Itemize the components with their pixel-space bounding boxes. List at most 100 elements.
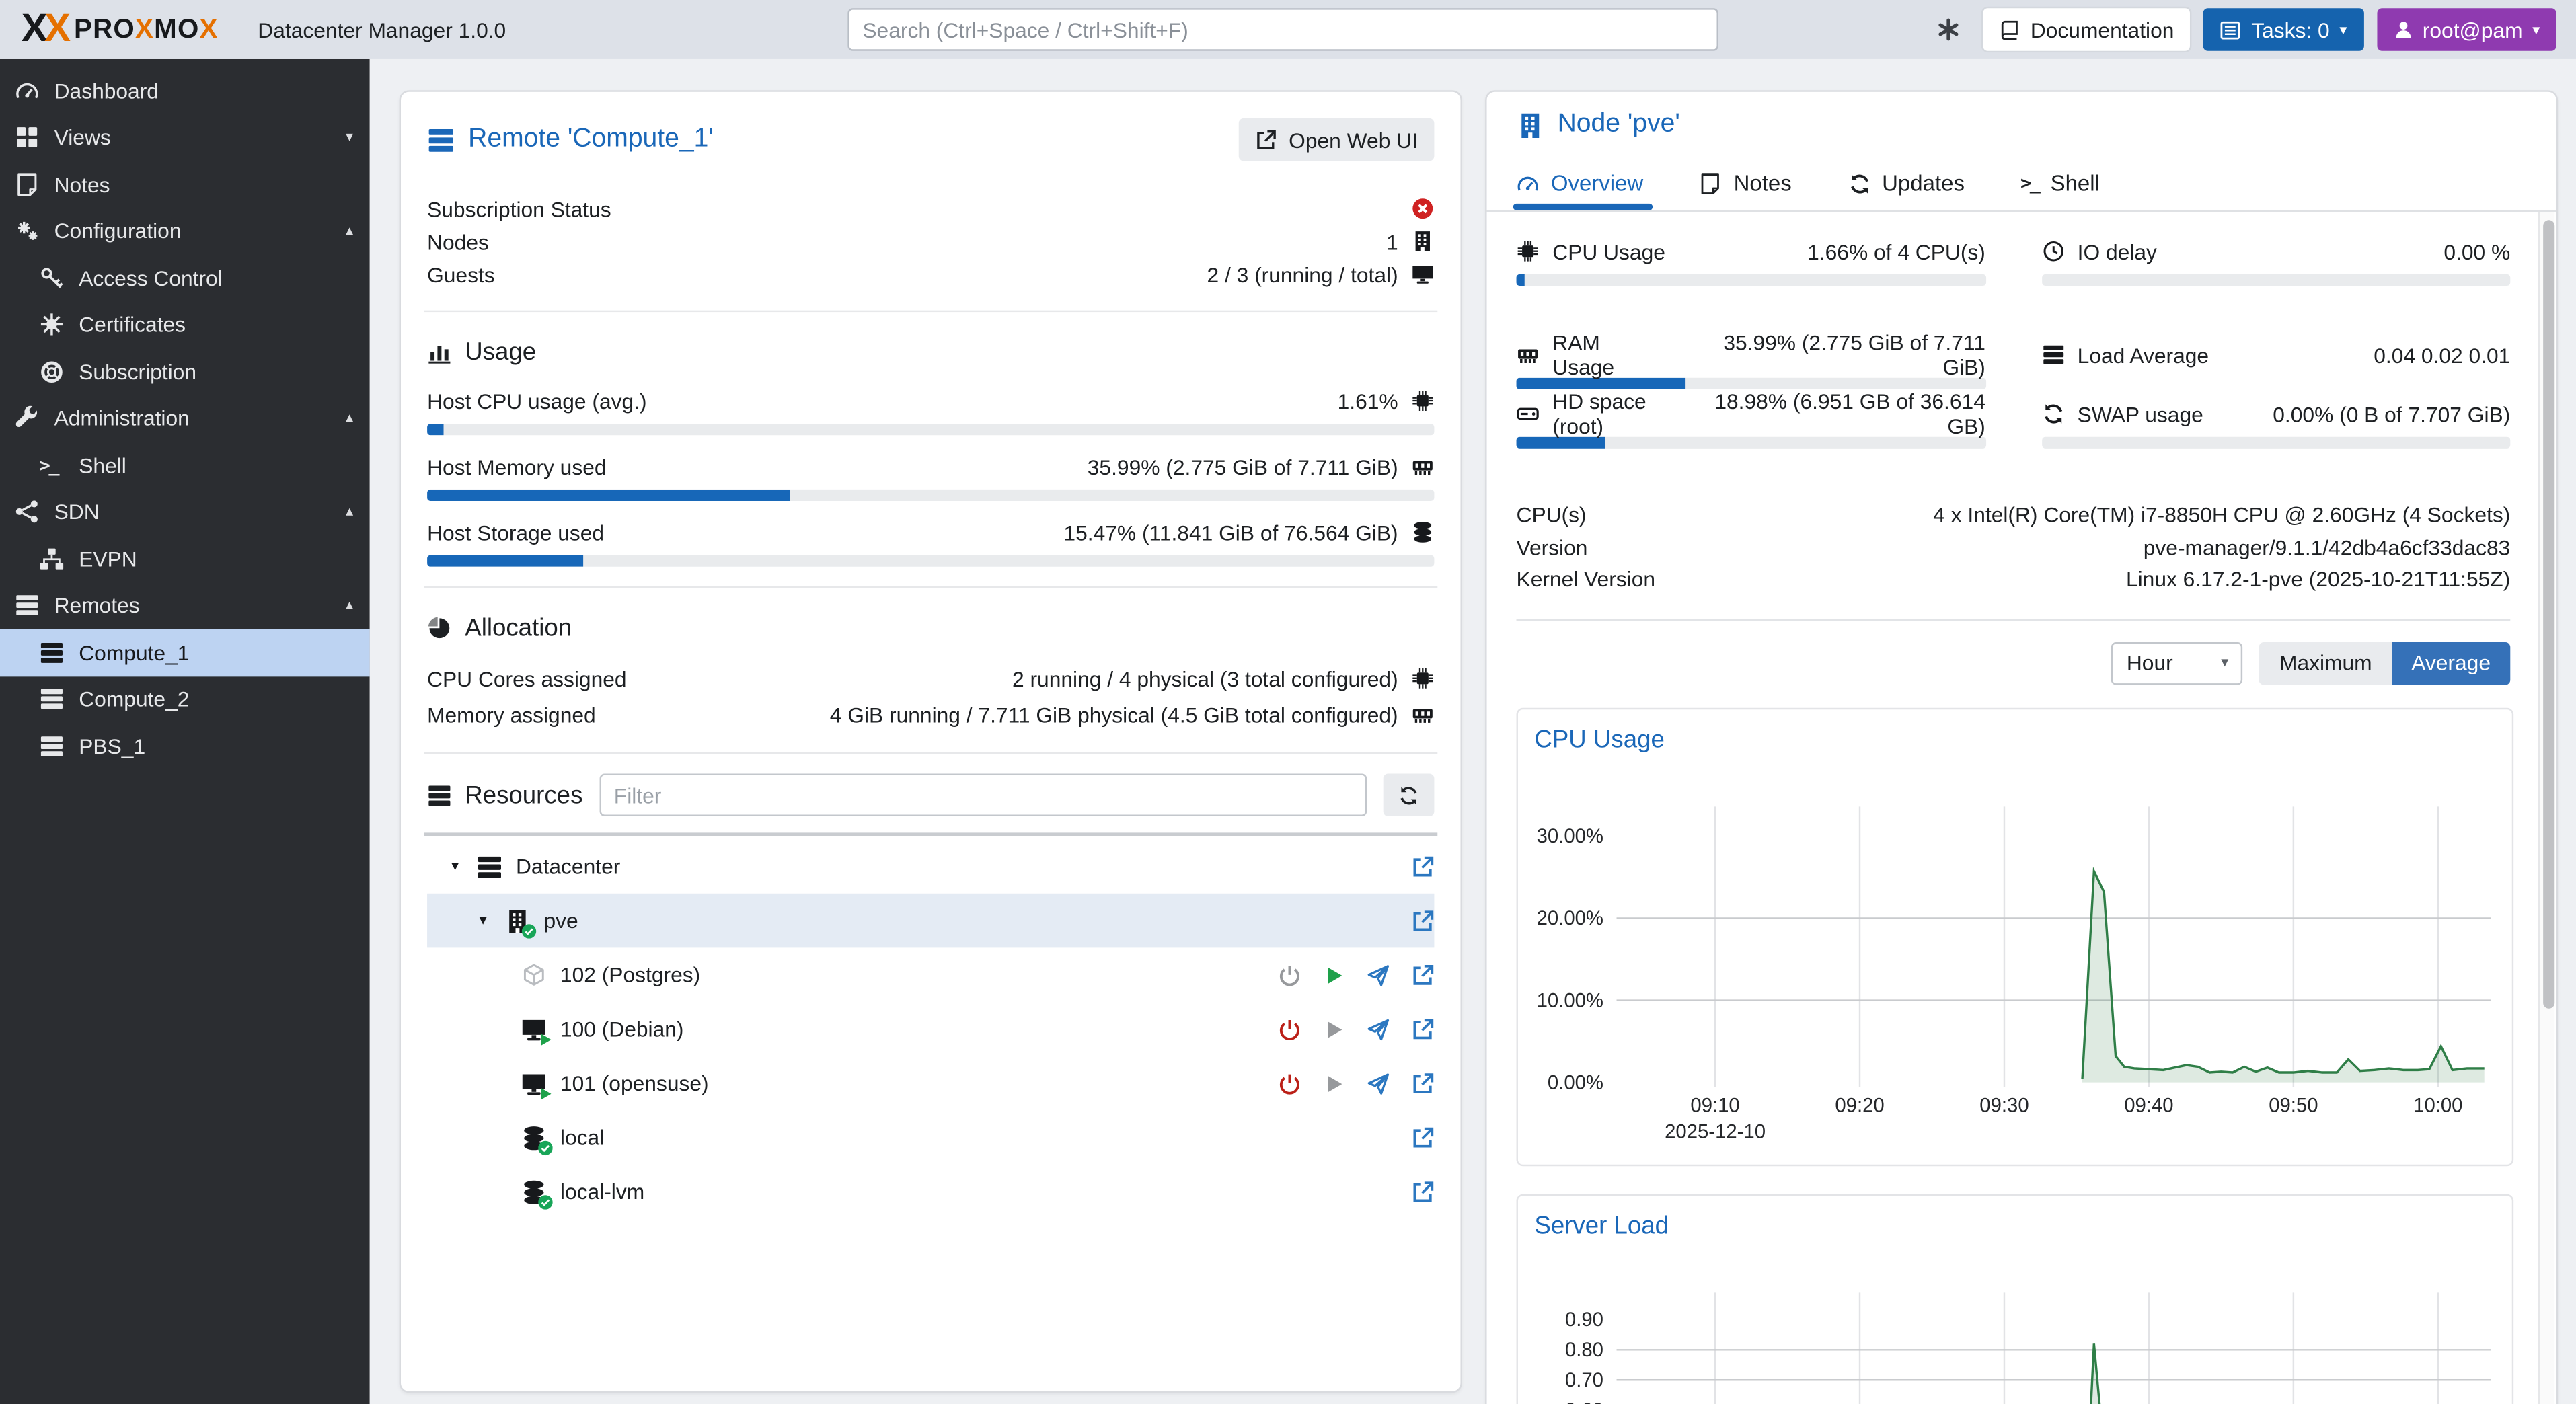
- caret-up-icon: ▴: [346, 596, 353, 615]
- subscription-status-row: Subscription Status: [427, 192, 1434, 225]
- sidebar-item-administration[interactable]: Administration▴: [0, 395, 370, 442]
- external-link-icon[interactable]: [1411, 855, 1434, 878]
- search-input[interactable]: [847, 8, 1718, 51]
- host-memory-used-row: Host Memory used35.99% (2.775 GiB of 7.7…: [427, 450, 1434, 501]
- tab-overview[interactable]: Overview: [1517, 171, 1644, 210]
- swap-progressbar: [2041, 437, 2510, 448]
- stat-ram-usage: RAM Usage35.99% (2.775 GiB of 7.711 GiB): [1517, 338, 1985, 389]
- storage-used-progressbar: [427, 555, 1434, 567]
- external-link-icon[interactable]: [1411, 909, 1434, 932]
- scrollbar-thumb[interactable]: [2542, 220, 2554, 1008]
- running-play-badge-icon: [537, 1031, 554, 1047]
- proxmox-logo: XX PROXMOX: [22, 13, 219, 46]
- open-web-ui-button[interactable]: Open Web UI: [1240, 118, 1435, 161]
- x-circle-icon: [1411, 197, 1434, 220]
- svg-text:20.00%: 20.00%: [1537, 906, 1603, 929]
- average-button[interactable]: Average: [2392, 641, 2510, 685]
- note-icon: [15, 172, 40, 197]
- guests-row: Guests 2 / 3 (running / total): [427, 258, 1434, 290]
- stat-swap-usage: SWAP usage0.00% (0 B of 7.707 GiB): [2041, 397, 2510, 448]
- storage-database-icon: [521, 1179, 547, 1205]
- server-icon: [15, 593, 40, 618]
- kernel-info-row: Kernel VersionLinux 6.17.2-1-pve (2025-1…: [1517, 563, 2511, 596]
- sidebar-item-dashboard[interactable]: Dashboard: [0, 67, 370, 114]
- sidebar-item-remotes[interactable]: Remotes▴: [0, 582, 370, 629]
- stat-cpu-usage: CPU Usage1.66% of 4 CPU(s): [1517, 235, 1985, 330]
- time-range-select[interactable]: Hour ▾: [2112, 641, 2243, 685]
- vm-monitor-icon: [521, 1070, 547, 1096]
- external-link-icon[interactable]: [1411, 1072, 1434, 1095]
- documentation-button[interactable]: Documentation: [1983, 8, 2191, 51]
- tab-notes[interactable]: Notes: [1699, 171, 1791, 210]
- tab-shell[interactable]: >_ Shell: [2020, 171, 2100, 210]
- sidebar-item-configuration[interactable]: Configuration▴: [0, 208, 370, 255]
- cpu-usage-chart-card: CPU Usage 0.00%10.00%20.00%30.00%09:1009…: [1517, 707, 2514, 1165]
- version-info-row: Versionpve-manager/9.1.1/42db4a6cf33dac8…: [1517, 531, 2511, 563]
- paper-plane-icon[interactable]: [1367, 1072, 1390, 1095]
- cpu-chart-title: CPU Usage: [1518, 709, 2512, 753]
- svg-text:0.70: 0.70: [1565, 1368, 1603, 1391]
- caret-down-icon: ▾: [346, 128, 353, 147]
- external-link-icon[interactable]: [1411, 1180, 1434, 1203]
- life-ring-icon: [40, 359, 65, 384]
- check-badge-icon: [521, 923, 537, 939]
- sidebar-item-notes[interactable]: Notes: [0, 161, 370, 208]
- cpu-progressbar: [1517, 274, 1985, 286]
- power-icon[interactable]: [1278, 1017, 1301, 1040]
- caret-up-icon: ▴: [346, 503, 353, 521]
- server-load-chart: 0.400.500.600.700.800.9009:1009:2009:300…: [1518, 1239, 2512, 1404]
- refresh-button[interactable]: [1384, 773, 1435, 816]
- database-icon: [1411, 520, 1434, 543]
- sidebar-item-evpn[interactable]: EVPN: [0, 535, 370, 582]
- scrollbar-track[interactable]: [2538, 212, 2554, 1404]
- tree-row-storage-local-lvm[interactable]: local-lvm: [427, 1165, 1434, 1219]
- hd-progressbar: [1517, 437, 1985, 448]
- caret-down-icon[interactable]: ▾: [447, 857, 463, 875]
- sidebar-item-subscription[interactable]: Subscription: [0, 348, 370, 395]
- play-icon[interactable]: [1322, 1017, 1345, 1040]
- tree-row-datacenter[interactable]: ▾ Datacenter: [427, 839, 1434, 894]
- tree-row-guest-101[interactable]: 101 (opensuse): [427, 1056, 1434, 1111]
- tree-row-storage-local[interactable]: local: [427, 1110, 1434, 1165]
- tree-row-pve[interactable]: ▾ pve: [427, 894, 1434, 948]
- paper-plane-icon[interactable]: [1367, 964, 1390, 986]
- sidebar-item-shell[interactable]: >_Shell: [0, 442, 370, 489]
- sidebar-item-views[interactable]: Views▾: [0, 114, 370, 161]
- power-icon[interactable]: [1278, 964, 1301, 986]
- cpu-usage-chart: 0.00%10.00%20.00%30.00%09:1009:2009:3009…: [1518, 753, 2512, 1164]
- usage-heading: Usage: [427, 332, 1434, 371]
- svg-text:09:20: 09:20: [1835, 1093, 1884, 1116]
- external-link-icon: [1256, 129, 1277, 151]
- check-badge-icon: [537, 1194, 554, 1210]
- allocation-heading: Allocation: [427, 608, 1434, 648]
- external-link-icon[interactable]: [1411, 964, 1434, 986]
- top-bar: XX PROXMOX Datacenter Manager 1.0.0 Docu…: [0, 0, 2576, 59]
- user-menu-button[interactable]: root@pam ▾: [2376, 8, 2556, 51]
- external-link-icon[interactable]: [1411, 1126, 1434, 1148]
- sidebar-item-access-control[interactable]: Access Control: [0, 255, 370, 302]
- sidebar-item-certificates[interactable]: Certificates: [0, 301, 370, 348]
- power-icon[interactable]: [1278, 1072, 1301, 1095]
- resources-filter-input[interactable]: [599, 773, 1367, 816]
- external-link-icon[interactable]: [1411, 1017, 1434, 1040]
- tab-updates[interactable]: Updates: [1848, 171, 1965, 210]
- play-icon[interactable]: [1322, 964, 1345, 986]
- play-icon[interactable]: [1322, 1072, 1345, 1095]
- sidebar-item-compute-2[interactable]: Compute_2: [0, 676, 370, 723]
- proxmox-wordmark: PROXMOX: [74, 14, 219, 45]
- tasks-button[interactable]: Tasks: 0 ▾: [2203, 8, 2363, 51]
- sidebar-item-compute-1[interactable]: Compute_1: [0, 629, 370, 676]
- asterisk-icon[interactable]: [1937, 18, 1960, 41]
- cpu-icon: [1411, 667, 1434, 690]
- tree-row-guest-100[interactable]: 100 (Debian): [427, 1002, 1434, 1056]
- server-stack-icon: [476, 853, 502, 880]
- server-icon: [40, 640, 65, 665]
- svg-text:09:30: 09:30: [1979, 1093, 2029, 1116]
- sidebar-item-pbs-1[interactable]: PBS_1: [0, 723, 370, 770]
- maximum-button[interactable]: Maximum: [2260, 641, 2392, 685]
- tree-row-guest-102[interactable]: 102 (Postgres): [427, 947, 1434, 1002]
- paper-plane-icon[interactable]: [1367, 1017, 1390, 1040]
- caret-down-icon[interactable]: ▾: [475, 912, 491, 930]
- sidebar-item-sdn[interactable]: SDN▴: [0, 489, 370, 536]
- caret-up-icon: ▴: [346, 410, 353, 428]
